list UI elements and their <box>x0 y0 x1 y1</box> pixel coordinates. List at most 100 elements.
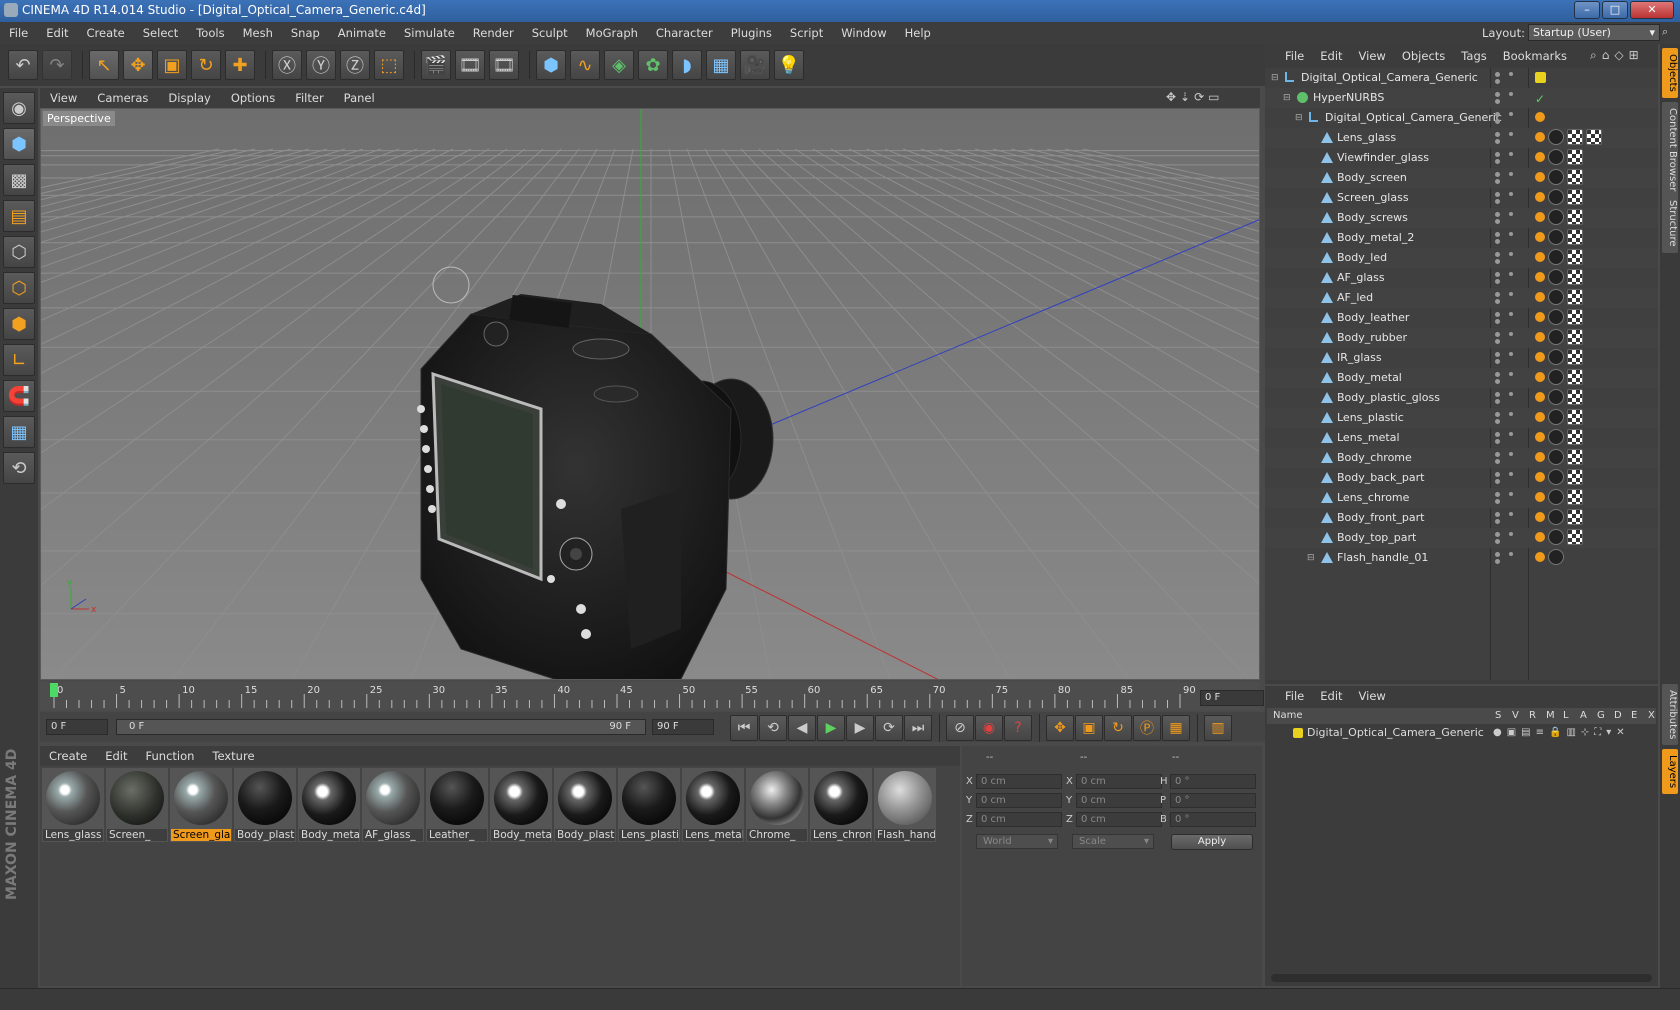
material-swatch[interactable]: Body_meta <box>298 768 360 842</box>
object-row[interactable]: Viewfinder_glass <box>1265 148 1658 168</box>
menu-create[interactable]: Create <box>78 22 134 44</box>
layer-color-swatch[interactable] <box>1293 728 1303 738</box>
uvw-tag-icon[interactable] <box>1567 269 1583 285</box>
key-scale-button[interactable]: ▣ <box>1075 715 1103 741</box>
material-tag-icon[interactable] <box>1548 129 1564 145</box>
tab-layers[interactable]: Layers <box>1662 749 1678 795</box>
object-row[interactable]: Lens_glass <box>1265 128 1658 148</box>
uvw-tag-icon[interactable] <box>1567 149 1583 165</box>
coordinate-mode-select[interactable]: Scale ▾ <box>1072 834 1154 849</box>
menu-window[interactable]: Window <box>832 22 895 44</box>
visibility-toggles[interactable] <box>1491 348 1527 368</box>
uvw-tag-icon[interactable] <box>1567 249 1583 265</box>
uvw-tag-icon[interactable] <box>1567 209 1583 225</box>
object-row[interactable]: Body_leather <box>1265 308 1658 328</box>
phong-tag-icon[interactable] <box>1535 532 1545 542</box>
phong-tag-icon[interactable] <box>1535 432 1545 442</box>
uvw-tag-icon[interactable] <box>1567 189 1583 205</box>
rotation-h-field[interactable]: 0 ° <box>1170 774 1256 789</box>
phong-tag-icon[interactable] <box>1535 512 1545 522</box>
uvw-tag-icon[interactable] <box>1567 129 1583 145</box>
key-rotation-button[interactable]: ↻ <box>1104 715 1132 741</box>
menu-plugins[interactable]: Plugins <box>722 22 781 44</box>
material-tag-icon[interactable] <box>1548 149 1564 165</box>
phong-tag-icon[interactable] <box>1535 192 1545 202</box>
undo-button[interactable]: ↶ <box>8 50 38 80</box>
material-menu-texture[interactable]: Texture <box>203 746 263 766</box>
previous-frame-button[interactable]: ◀ <box>788 715 816 741</box>
material-tag-icon[interactable] <box>1548 309 1564 325</box>
y-axis-lock-button[interactable]: Ⓨ <box>306 50 336 80</box>
recent-tool-button[interactable]: ✚ <box>225 50 255 80</box>
object-row[interactable]: Lens_chrome <box>1265 488 1658 508</box>
object-row[interactable]: ⊟ HyperNURBS ✓ <box>1265 88 1658 108</box>
object-row[interactable]: Body_metal <box>1265 368 1658 388</box>
object-row[interactable]: Body_plastic_gloss <box>1265 388 1658 408</box>
object-row[interactable]: Lens_plastic <box>1265 408 1658 428</box>
search-icon[interactable]: ⌕ <box>1662 25 1668 39</box>
rotation-p-field[interactable]: 0 ° <box>1170 793 1256 808</box>
move-tool-button[interactable]: ✥ <box>123 50 153 80</box>
apply-button[interactable]: Apply <box>1171 834 1253 850</box>
polygons-mode-button[interactable]: ⬢ <box>3 308 35 340</box>
material-swatch[interactable]: Body_plast <box>554 768 616 842</box>
go-to-start-button[interactable]: ⏮ <box>730 715 758 741</box>
phong-tag-icon[interactable] <box>1535 452 1545 462</box>
viewport-menu-view[interactable]: View <box>40 88 87 108</box>
object-row[interactable]: Body_top_part <box>1265 528 1658 548</box>
x-axis-lock-button[interactable]: Ⓧ <box>272 50 302 80</box>
object-row[interactable]: AF_glass <box>1265 268 1658 288</box>
perspective-viewport[interactable]: y x Perspective <box>40 108 1260 680</box>
material-swatch[interactable]: Lens_metal <box>682 768 744 842</box>
render-settings-button[interactable]: 🎞 <box>489 50 519 80</box>
render-picture-viewer-button[interactable]: 🎞 <box>455 50 485 80</box>
material-swatch[interactable]: Lens_chron <box>810 768 872 842</box>
size-y-field[interactable]: 0 cm <box>1076 793 1162 808</box>
layer-menu-edit[interactable]: Edit <box>1312 686 1350 706</box>
material-tag-icon[interactable] <box>1548 509 1564 525</box>
add-camera-button[interactable]: 🎥 <box>740 50 770 80</box>
horizontal-scrollbar[interactable] <box>1271 974 1652 982</box>
material-tag-icon[interactable] <box>1548 349 1564 365</box>
add-deformer-button[interactable]: ◗ <box>672 50 702 80</box>
material-tag-icon[interactable] <box>1548 389 1564 405</box>
start-frame-field[interactable]: 0 F <box>46 719 108 735</box>
axis-mode-button[interactable]: ∟ <box>3 344 35 376</box>
live-selection-button[interactable]: ↖ <box>89 50 119 80</box>
material-tag-icon[interactable] <box>1548 489 1564 505</box>
menu-select[interactable]: Select <box>134 22 187 44</box>
position-y-field[interactable]: 0 cm <box>976 793 1062 808</box>
make-editable-button[interactable]: ◉ <box>3 92 35 124</box>
size-x-field[interactable]: 0 cm <box>1076 774 1162 789</box>
phong-tag-icon[interactable] <box>1535 272 1545 282</box>
viewport-menu-display[interactable]: Display <box>158 88 220 108</box>
visibility-toggles[interactable] <box>1491 268 1527 288</box>
material-menu-create[interactable]: Create <box>40 746 96 766</box>
visibility-toggles[interactable] <box>1491 428 1527 448</box>
add-nurbs-button[interactable]: ◈ <box>604 50 634 80</box>
tab-structure[interactable]: Structure <box>1662 194 1678 253</box>
end-frame-field[interactable]: 90 F <box>652 719 714 735</box>
objects-toolbar-icons[interactable]: ⌕⌂◇⊞ <box>1590 48 1644 63</box>
object-row[interactable]: ⊟ Digital_Optical_Camera_Generic <box>1265 68 1658 88</box>
add-light-button[interactable]: 💡 <box>774 50 804 80</box>
points-mode-button[interactable]: ⬡ <box>3 236 35 268</box>
timeline-ruler[interactable]: 0 5 10 15 20 25 30 35 40 45 50 55 60 65 70 75 80 85 90 <box>40 682 1260 710</box>
viewport-menu-cameras[interactable]: Cameras <box>87 88 158 108</box>
material-tag-icon[interactable] <box>1548 429 1564 445</box>
menu-simulate[interactable]: Simulate <box>395 22 464 44</box>
menu-mesh[interactable]: Mesh <box>234 22 282 44</box>
phong-tag-icon[interactable] <box>1535 172 1545 182</box>
scale-tool-button[interactable]: ▣ <box>157 50 187 80</box>
tab-attributes[interactable]: Attributes <box>1662 684 1678 746</box>
phong-tag-icon[interactable] <box>1535 352 1545 362</box>
phong-tag-icon[interactable] <box>1535 412 1545 422</box>
material-swatch[interactable]: Screen_gla <box>170 768 232 842</box>
edges-mode-button[interactable]: ⬡ <box>3 272 35 304</box>
phong-tag-icon[interactable] <box>1535 492 1545 502</box>
object-row[interactable]: Lens_metal <box>1265 428 1658 448</box>
visibility-toggles[interactable] <box>1491 68 1527 88</box>
material-swatch[interactable]: Leather_ <box>426 768 488 842</box>
key-position-button[interactable]: ✥ <box>1046 715 1074 741</box>
add-cube-button[interactable]: ⬢ <box>536 50 566 80</box>
